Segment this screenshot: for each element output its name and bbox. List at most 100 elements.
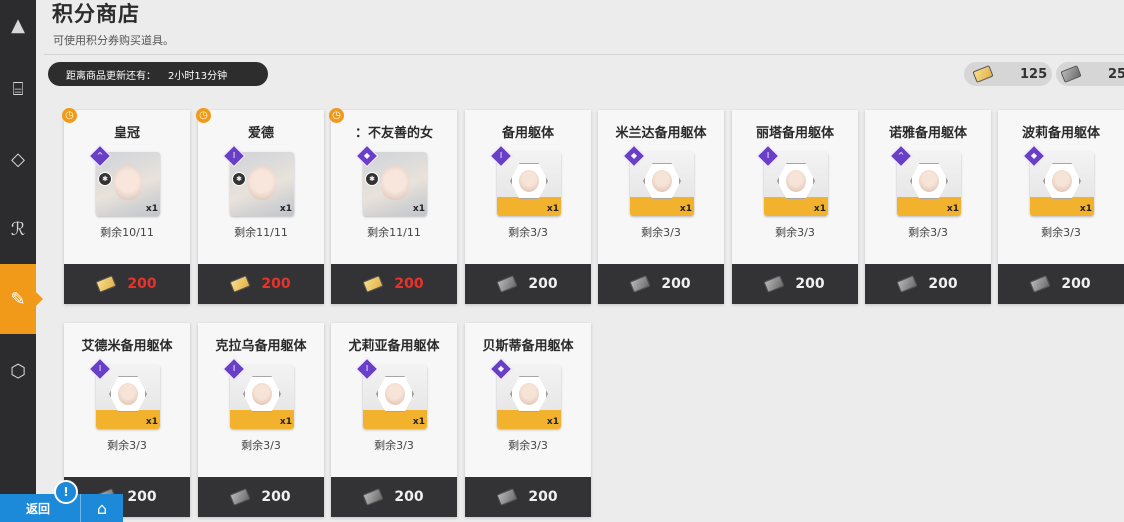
header-divider bbox=[44, 54, 1124, 55]
price-bar[interactable]: 200 bbox=[198, 477, 324, 517]
quantity-label: x1 bbox=[813, 204, 826, 214]
dark-ticket-icon bbox=[896, 275, 918, 293]
left-nav: ▲ ⌸ ◇ ℛ ✎ ⬡ bbox=[0, 0, 43, 522]
item-name: 皇冠 bbox=[113, 126, 140, 141]
price-value: 200 bbox=[127, 276, 157, 292]
refresh-timer: 距离商品更新还有： 2小时13分钟 bbox=[48, 62, 268, 86]
price-bar[interactable]: 200 bbox=[732, 264, 858, 304]
shop-item-card[interactable]: ◷ 皇冠 ^ ✱ x1 剩余10/11 200 bbox=[62, 108, 190, 304]
item-name: 贝斯蒂备用躯体 bbox=[482, 339, 574, 354]
item-name: 波莉备用躯体 bbox=[1021, 126, 1100, 141]
currency-gold: 125 bbox=[964, 62, 1052, 86]
page-title: 积分商店 bbox=[52, 2, 140, 26]
currency-gold-value: 125 bbox=[1020, 66, 1048, 82]
shop-item-card[interactable]: 克拉乌备用躯体 Ix1 剩余3/3 200 bbox=[198, 323, 324, 517]
nav-r-icon[interactable]: ℛ bbox=[0, 204, 36, 254]
shop-item-card[interactable]: 波莉备用躯体 ◆ x1 剩余3/3 200 bbox=[998, 110, 1124, 304]
price-value: 200 bbox=[928, 276, 958, 292]
quantity-label: x1 bbox=[946, 204, 959, 214]
page-subtitle: 可使用积分券购买道具。 bbox=[53, 34, 174, 47]
dark-ticket-icon bbox=[629, 275, 651, 293]
price-bar[interactable]: 200 bbox=[64, 264, 190, 304]
element-icon: ✱ bbox=[232, 172, 246, 186]
price-bar[interactable]: 200 bbox=[331, 264, 457, 304]
remaining-count: 剩余3/3 bbox=[1041, 226, 1081, 239]
quantity-label: x1 bbox=[412, 417, 425, 427]
quantity-label: x1 bbox=[1079, 204, 1092, 214]
shop-item-card[interactable]: 诺雅备用躯体 ^ x1 剩余3/3 200 bbox=[865, 110, 991, 304]
nav-building-icon[interactable]: ⌸ bbox=[0, 64, 36, 114]
shop-item-card[interactable]: 米兰达备用躯体 ◆ x1 剩余3/3 200 bbox=[598, 110, 724, 304]
item-name: ：不友善的女 bbox=[354, 126, 433, 141]
character-face bbox=[519, 170, 539, 192]
remaining-count: 剩余10/11 bbox=[100, 226, 154, 239]
character-portrait bbox=[114, 166, 142, 200]
price-value: 200 bbox=[795, 276, 825, 292]
home-icon[interactable]: ⌂ bbox=[80, 494, 123, 522]
back-label: 返回 bbox=[26, 501, 51, 516]
quantity-label: x1 bbox=[145, 204, 158, 214]
remaining-count: 剩余3/3 bbox=[107, 439, 147, 452]
dark-ticket-icon bbox=[496, 488, 518, 506]
remaining-count: 剩余11/11 bbox=[234, 226, 288, 239]
dark-ticket-icon bbox=[1060, 65, 1082, 83]
price-bar[interactable]: 200 bbox=[865, 264, 991, 304]
nav-shop-tag-icon[interactable]: ✎ bbox=[0, 264, 43, 334]
alert-badge[interactable]: ! bbox=[54, 480, 78, 504]
character-face bbox=[786, 170, 806, 192]
quantity-label: x1 bbox=[279, 204, 292, 214]
gold-ticket-icon bbox=[229, 275, 251, 293]
price-value: 200 bbox=[394, 489, 424, 505]
clock-icon: ◷ bbox=[62, 108, 77, 123]
gold-ticket-icon bbox=[95, 275, 117, 293]
quantity-label: x1 bbox=[145, 417, 158, 427]
shop-item-card[interactable]: 尤莉亚备用躯体 Ix1 剩余3/3 200 bbox=[331, 323, 457, 517]
dark-ticket-icon bbox=[763, 275, 785, 293]
item-name: 诺雅备用躯体 bbox=[888, 126, 967, 141]
price-bar[interactable]: 200 bbox=[465, 477, 591, 517]
price-bar[interactable]: 200 bbox=[465, 264, 591, 304]
price-value: 200 bbox=[261, 489, 291, 505]
nav-hexagon-icon[interactable]: ⬡ bbox=[0, 346, 36, 396]
remaining-count: 剩余3/3 bbox=[508, 439, 548, 452]
remaining-count: 剩余3/3 bbox=[775, 226, 815, 239]
shop-item-card[interactable]: 丽塔备用躯体 Ix1 剩余3/3 200 bbox=[732, 110, 858, 304]
shop-item-card[interactable]: 备用躯体 Ix1 剩余3/3 200 bbox=[465, 110, 591, 304]
character-face bbox=[652, 170, 672, 192]
quantity-label: x1 bbox=[279, 417, 292, 427]
item-name: 尤莉亚备用躯体 bbox=[348, 339, 440, 354]
quantity-label: x1 bbox=[412, 204, 425, 214]
price-value: 200 bbox=[528, 489, 558, 505]
item-name: 艾德米备用躯体 bbox=[81, 339, 173, 354]
remaining-count: 剩余3/3 bbox=[641, 226, 681, 239]
dark-ticket-icon bbox=[1029, 275, 1051, 293]
currency-dark: 25 bbox=[1056, 62, 1124, 86]
quantity-label: x1 bbox=[679, 204, 692, 214]
nav-triangle-icon[interactable]: ▲ bbox=[0, 0, 36, 50]
remaining-count: 剩余3/3 bbox=[908, 226, 948, 239]
character-portrait bbox=[248, 166, 276, 200]
shop-item-card[interactable]: 艾德米备用躯体 Ix1 剩余3/3 200 bbox=[64, 323, 190, 517]
character-face bbox=[118, 383, 138, 405]
character-face bbox=[385, 383, 405, 405]
shop-item-card[interactable]: 贝斯蒂备用躯体 ◆ x1 剩余3/3 200 bbox=[465, 323, 591, 517]
element-icon: ✱ bbox=[98, 172, 112, 186]
remaining-count: 剩余11/11 bbox=[367, 226, 421, 239]
character-face bbox=[519, 383, 539, 405]
gold-ticket-icon bbox=[362, 275, 384, 293]
clock-icon: ◷ bbox=[196, 108, 211, 123]
gold-ticket-icon bbox=[972, 65, 994, 83]
shop-item-card[interactable]: ◷ 爱德 I ✱ x1 剩余11/11 200 bbox=[196, 108, 324, 304]
price-bar[interactable]: 200 bbox=[198, 264, 324, 304]
element-icon: ✱ bbox=[365, 172, 379, 186]
quantity-label: x1 bbox=[546, 204, 559, 214]
character-face bbox=[252, 383, 272, 405]
character-face bbox=[919, 170, 939, 192]
price-bar[interactable]: 200 bbox=[998, 264, 1124, 304]
nav-diamond-icon[interactable]: ◇ bbox=[0, 134, 36, 184]
shop-item-card[interactable]: ◷ ：不友善的女 ◆ ✱ x1 剩余11/11 200 bbox=[329, 108, 457, 304]
remaining-count: 剩余3/3 bbox=[508, 226, 548, 239]
price-value: 200 bbox=[528, 276, 558, 292]
price-bar[interactable]: 200 bbox=[331, 477, 457, 517]
price-bar[interactable]: 200 bbox=[598, 264, 724, 304]
